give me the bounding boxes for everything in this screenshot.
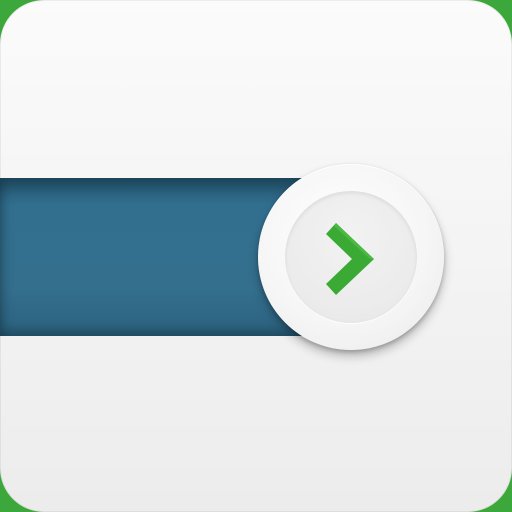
chevron-right-icon (326, 223, 374, 295)
app-icon[interactable] (0, 0, 512, 512)
knob-inner-circle (285, 191, 417, 323)
slider-knob[interactable] (258, 164, 444, 350)
